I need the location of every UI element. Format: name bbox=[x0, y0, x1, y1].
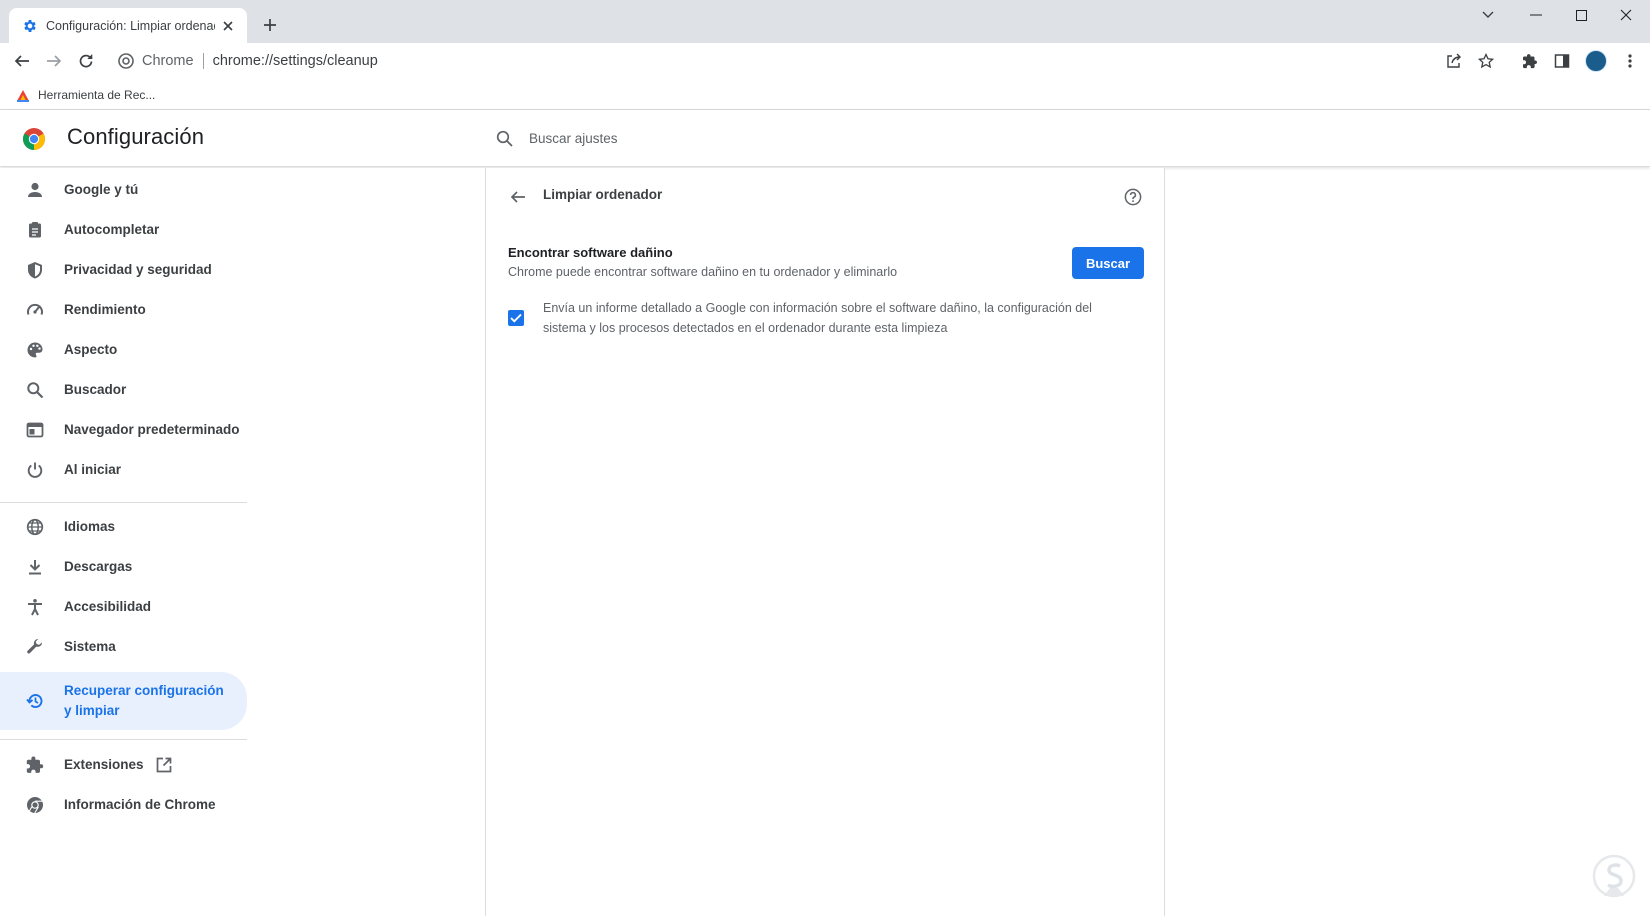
settings-sidebar: Google y tú Autocompletar Privacidad y s… bbox=[0, 168, 486, 916]
omnibox-url[interactable]: chrome://settings/cleanup bbox=[213, 53, 378, 69]
search-harmful-software-button[interactable]: Buscar bbox=[1072, 247, 1144, 279]
sidebar-item-label: Extensiones bbox=[64, 757, 144, 772]
sidebar-item-label: Navegador predeterminado bbox=[64, 422, 240, 437]
address-bar[interactable]: Chrome chrome://settings/cleanup bbox=[110, 47, 378, 75]
tab-search-chevron-icon[interactable] bbox=[1466, 0, 1510, 30]
chrome-logo-icon bbox=[23, 128, 45, 150]
sidebar-item-languages[interactable]: Idiomas bbox=[0, 512, 247, 542]
extensions-puzzle-icon[interactable] bbox=[1516, 47, 1544, 75]
window-close-icon[interactable] bbox=[1604, 0, 1648, 30]
bookmark-favicon-icon bbox=[17, 90, 29, 102]
power-icon bbox=[24, 459, 46, 481]
find-harmful-software-title: Encontrar software dañino bbox=[508, 245, 673, 260]
speedometer-icon bbox=[24, 299, 46, 321]
settings-header: Configuración bbox=[0, 110, 1650, 167]
forward-nav-icon[interactable] bbox=[40, 47, 68, 75]
bookmarks-bar: Herramienta de Rec... bbox=[0, 79, 1650, 110]
browser-window-icon bbox=[24, 419, 46, 441]
omnibox-divider bbox=[202, 53, 204, 69]
browser-tab[interactable]: Configuración: Limpiar ordenador bbox=[9, 8, 247, 43]
bookmark-item[interactable]: Herramienta de Rec... bbox=[16, 85, 155, 105]
download-icon bbox=[24, 556, 46, 578]
sidebar-item-downloads[interactable]: Descargas bbox=[0, 552, 247, 582]
browser-toolbar: Chrome chrome://settings/cleanup bbox=[0, 43, 1650, 79]
back-nav-icon[interactable] bbox=[8, 47, 36, 75]
sidebar-item-about-chrome[interactable]: Información de Chrome bbox=[0, 790, 247, 820]
settings-search[interactable] bbox=[496, 122, 929, 154]
tab-strip: Configuración: Limpiar ordenador bbox=[0, 0, 1650, 43]
clipboard-icon bbox=[24, 219, 46, 241]
sidebar-item-label: Sistema bbox=[64, 639, 116, 654]
card-header: Limpiar ordenador bbox=[486, 168, 1164, 226]
search-input[interactable] bbox=[529, 130, 929, 146]
more-menu-icon[interactable] bbox=[1616, 47, 1644, 75]
watermark-logo-icon bbox=[1592, 854, 1636, 898]
report-checkbox[interactable] bbox=[508, 310, 524, 326]
settings-gear-icon bbox=[24, 19, 36, 32]
sidebar-item-accessibility[interactable]: Accesibilidad bbox=[0, 592, 247, 622]
sidebar-item-label: Descargas bbox=[64, 559, 133, 574]
sidebar-item-label: Información de Chrome bbox=[64, 797, 216, 812]
tab-title: Configuración: Limpiar ordenador bbox=[46, 18, 216, 33]
page-title: Configuración bbox=[67, 124, 205, 149]
cleanup-card: Limpiar ordenador Encontrar software dañ… bbox=[485, 168, 1165, 916]
sidebar-item-system[interactable]: Sistema bbox=[0, 632, 247, 662]
share-icon[interactable] bbox=[1440, 47, 1468, 75]
sidebar-item-label: Accesibilidad bbox=[64, 599, 152, 614]
sidebar-item-performance[interactable]: Rendimiento bbox=[0, 295, 247, 325]
globe-icon bbox=[24, 516, 46, 538]
bookmark-label: Herramienta de Rec... bbox=[38, 88, 156, 102]
palette-icon bbox=[24, 339, 46, 361]
search-icon bbox=[24, 379, 46, 401]
sidebar-divider bbox=[0, 502, 247, 503]
find-harmful-software-description: Chrome puede encontrar software dañino e… bbox=[508, 265, 898, 279]
close-tab-icon[interactable] bbox=[219, 17, 237, 35]
chrome-icon bbox=[24, 794, 46, 816]
report-checkbox-label: Envía un informe detallado a Google con … bbox=[543, 301, 1092, 335]
sidebar-item-label: Recuperar configuración y limpiar bbox=[64, 683, 224, 718]
wrench-icon bbox=[24, 636, 46, 658]
bookmark-star-icon[interactable] bbox=[1472, 47, 1500, 75]
puzzle-icon bbox=[24, 754, 46, 776]
sidebar-divider bbox=[0, 739, 247, 740]
restore-icon bbox=[24, 690, 46, 712]
search-icon bbox=[496, 130, 513, 147]
accessibility-icon bbox=[24, 596, 46, 618]
sidebar-item-search-engine[interactable]: Buscador bbox=[0, 375, 247, 405]
omnibox-site-label: Chrome bbox=[142, 53, 194, 69]
sidebar-item-appearance[interactable]: Aspecto bbox=[0, 335, 247, 365]
sidebar-item-default-browser[interactable]: Navegador predeterminado bbox=[0, 415, 247, 445]
sidebar-item-label: Idiomas bbox=[64, 519, 116, 534]
sidebar-item-label: Rendimiento bbox=[64, 302, 146, 317]
sidebar-item-label: Privacidad y seguridad bbox=[64, 262, 212, 277]
sidebar-item-autofill[interactable]: Autocompletar bbox=[0, 215, 247, 245]
new-tab-icon[interactable] bbox=[259, 14, 281, 36]
maximize-icon[interactable] bbox=[1559, 0, 1603, 30]
checkmark-icon bbox=[510, 313, 522, 323]
open-in-new-icon bbox=[156, 757, 172, 773]
chrome-site-icon bbox=[118, 53, 134, 69]
sidebar-item-label: Buscador bbox=[64, 382, 127, 397]
help-icon[interactable] bbox=[1121, 185, 1145, 209]
reload-icon[interactable] bbox=[72, 47, 100, 75]
sidebar-item-label: Al iniciar bbox=[64, 462, 122, 477]
sidebar-item-privacy[interactable]: Privacidad y seguridad bbox=[0, 255, 247, 285]
sidebar-item-reset-cleanup[interactable]: Recuperar configuración y limpiar bbox=[0, 672, 247, 730]
cleanup-title: Limpiar ordenador bbox=[543, 187, 663, 202]
person-icon bbox=[24, 179, 46, 201]
sidebar-item-label: Aspecto bbox=[64, 342, 118, 357]
sidebar-item-label: Google y tú bbox=[64, 182, 139, 197]
profile-avatar[interactable] bbox=[1585, 50, 1607, 72]
back-arrow-icon[interactable] bbox=[506, 185, 530, 209]
minimize-icon[interactable] bbox=[1514, 0, 1558, 30]
sidebar-item-label: Autocompletar bbox=[64, 222, 160, 237]
side-panel-icon[interactable] bbox=[1548, 47, 1576, 75]
shield-icon bbox=[24, 259, 46, 281]
sidebar-item-on-startup[interactable]: Al iniciar bbox=[0, 455, 247, 485]
sidebar-item-google[interactable]: Google y tú bbox=[0, 175, 247, 205]
sidebar-item-extensions[interactable]: Extensiones bbox=[0, 750, 247, 780]
